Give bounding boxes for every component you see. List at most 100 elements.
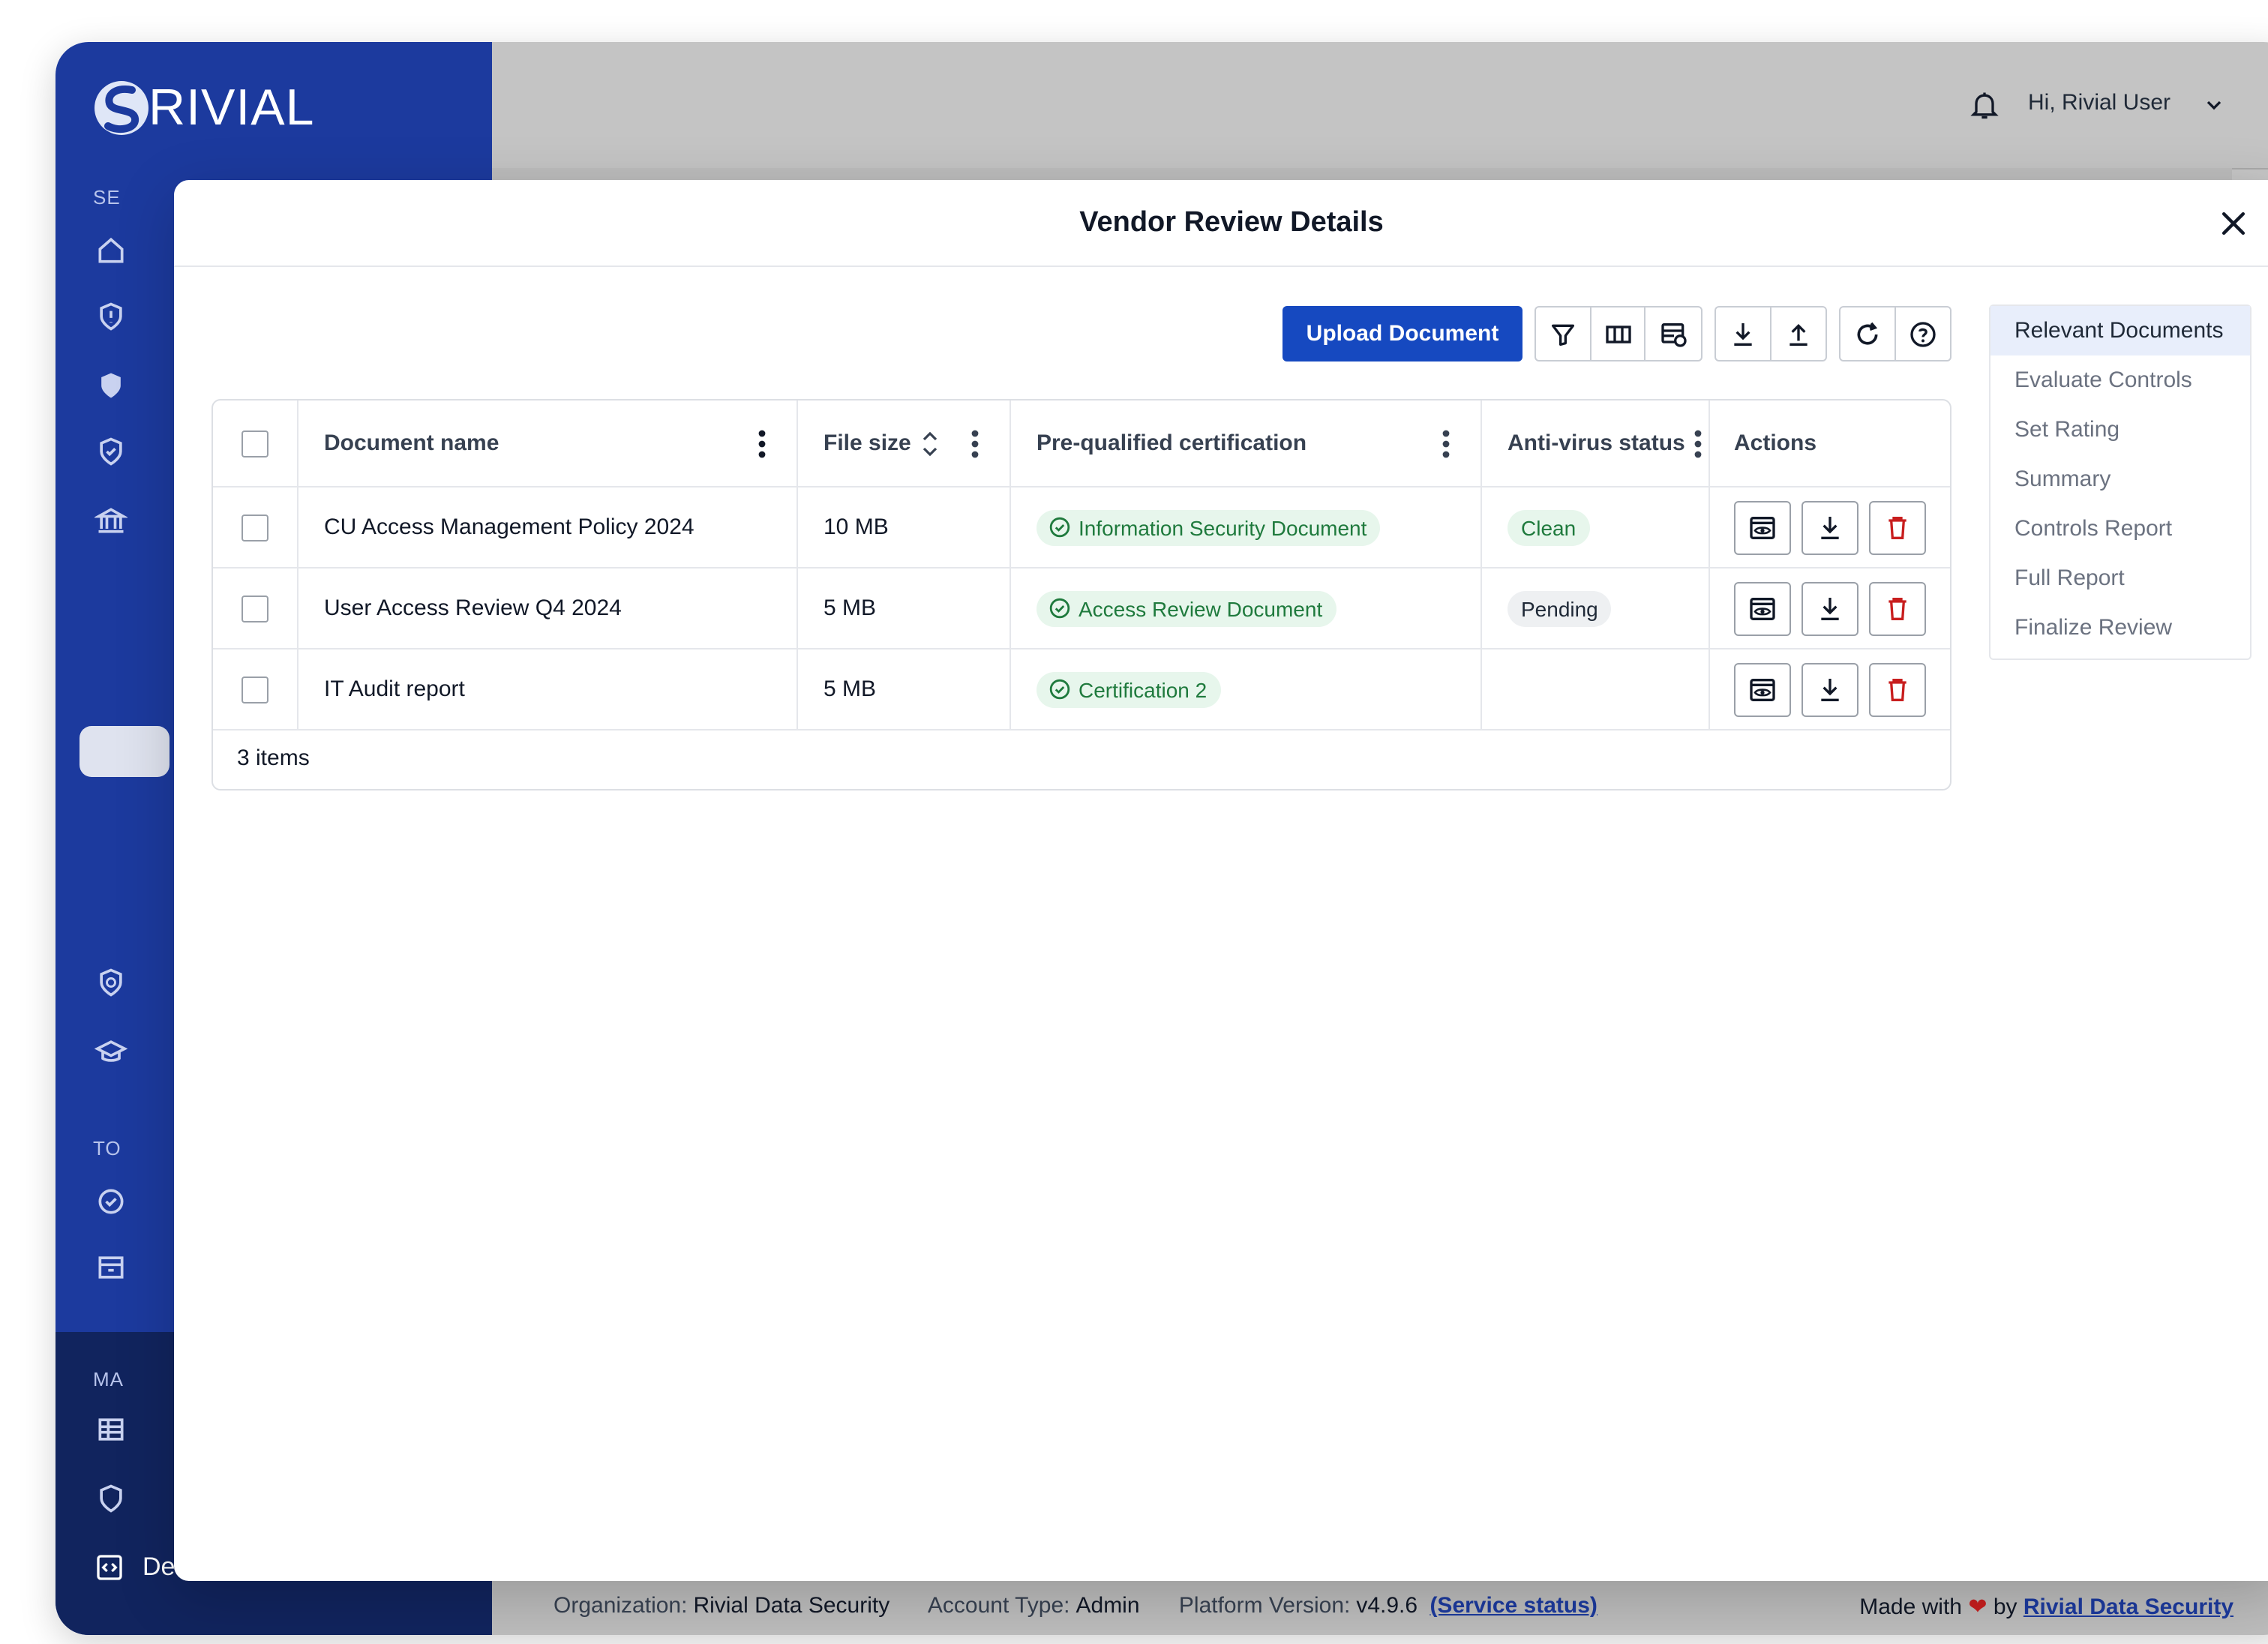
heart-icon: ❤	[1968, 1594, 1988, 1620]
modal-header: Vendor Review Details	[174, 180, 2268, 267]
step-set-rating[interactable]: Set Rating	[1990, 405, 2250, 454]
sort-icon[interactable]	[920, 427, 941, 460]
column-header-label: Actions	[1734, 430, 1817, 456]
row-count: 3 items	[237, 746, 310, 771]
check-circle-icon[interactable]	[94, 1185, 128, 1218]
help-icon	[1910, 321, 1936, 346]
select-all-cell	[213, 400, 298, 486]
column-menu-icon[interactable]	[970, 429, 980, 459]
version-value: v4.9.6	[1356, 1593, 1418, 1618]
page-footer: Organization: Rivial Data Security Accoun…	[492, 1578, 2268, 1635]
download-icon	[1733, 322, 1752, 345]
graduation-cap-icon[interactable]	[94, 1035, 128, 1068]
credit-link[interactable]: Rivial Data Security	[2024, 1594, 2234, 1620]
logo-mark-icon	[92, 75, 152, 141]
by-text: by	[1993, 1594, 2018, 1620]
section-label: MA	[93, 1368, 124, 1390]
bank-icon[interactable]	[93, 504, 129, 537]
download-button[interactable]	[1802, 500, 1858, 554]
av-status-cell: Clean	[1482, 488, 1710, 567]
trash-icon	[1888, 597, 1906, 620]
row-select-cell	[213, 488, 298, 567]
column-header[interactable]: Anti-virus status	[1482, 400, 1710, 486]
actions-cell	[1710, 650, 1950, 729]
step-evaluate-controls[interactable]: Evaluate Controls	[1990, 356, 2250, 405]
shield-icon[interactable]	[94, 369, 128, 402]
export-button[interactable]	[1716, 308, 1771, 360]
import-button[interactable]	[1771, 308, 1826, 360]
documents-table: Document name File size Pre-qualified ce…	[212, 399, 1952, 790]
chevron-down-icon[interactable]	[2202, 93, 2226, 117]
table-settings-button[interactable]	[1646, 308, 1701, 360]
column-menu-icon[interactable]	[758, 429, 766, 459]
check-circle-icon	[1049, 517, 1070, 538]
columns-button[interactable]	[1591, 308, 1646, 360]
av-status-cell	[1482, 650, 1710, 729]
column-header-label: Pre-qualified certification	[1036, 430, 1307, 456]
column-header[interactable]: File size	[798, 400, 1011, 486]
table-row[interactable]: IT Audit report 5 MB Certification 2	[213, 650, 1950, 730]
certification-label: Information Security Document	[1078, 515, 1367, 539]
select-all-checkbox[interactable]	[242, 430, 268, 457]
service-status-link[interactable]: (Service status)	[1430, 1593, 1597, 1618]
step-controls-report[interactable]: Controls Report	[1990, 504, 2250, 554]
grid-tool-group	[1534, 306, 1702, 362]
archive-icon[interactable]	[94, 1251, 128, 1284]
close-icon[interactable]	[2217, 207, 2250, 240]
made-with-text: Made with	[1859, 1594, 1962, 1620]
certification-chip: Certification 2	[1036, 671, 1221, 707]
org-label: Organization:	[554, 1593, 688, 1618]
column-header[interactable]: Pre-qualified certification	[1011, 400, 1482, 486]
help-button[interactable]	[1895, 308, 1950, 360]
shield-check-icon[interactable]	[94, 435, 128, 468]
account-value: Admin	[1076, 1593, 1140, 1618]
view-button[interactable]	[1734, 662, 1791, 716]
alert-shield-icon[interactable]	[94, 300, 128, 333]
shield-clock-icon[interactable]	[94, 966, 128, 999]
app-window: RIVIAL SE TO MA Hi, Rivial User Organiza…	[56, 42, 2268, 1635]
row-checkbox[interactable]	[242, 595, 268, 622]
step-full-report[interactable]: Full Report	[1990, 554, 2250, 603]
row-select-cell	[213, 650, 298, 729]
download-button[interactable]	[1802, 662, 1858, 716]
table-row[interactable]: User Access Review Q4 2024 5 MB Access R…	[213, 568, 1950, 650]
active-nav-item[interactable]	[80, 726, 170, 777]
column-menu-icon[interactable]	[1694, 429, 1702, 459]
certification-chip: Information Security Document	[1036, 509, 1381, 545]
trash-icon	[1888, 516, 1906, 538]
org-value: Rivial Data Security	[693, 1593, 890, 1618]
upload-icon	[1789, 322, 1808, 345]
shield-gear-icon[interactable]	[94, 1482, 128, 1515]
step-relevant-documents[interactable]: Relevant Documents	[1990, 306, 2250, 356]
view-button[interactable]	[1734, 581, 1791, 635]
column-menu-icon[interactable]	[1442, 429, 1450, 459]
row-checkbox[interactable]	[242, 676, 268, 703]
table-settings-icon	[1660, 322, 1687, 346]
file-size-cell: 5 MB	[798, 568, 1011, 648]
table-header-row: Document name File size Pre-qualified ce…	[213, 400, 1950, 488]
delete-button[interactable]	[1869, 581, 1926, 635]
table-row[interactable]: CU Access Management Policy 2024 10 MB I…	[213, 488, 1950, 568]
bell-icon[interactable]	[1968, 87, 2001, 123]
download-button[interactable]	[1802, 581, 1858, 635]
user-greeting[interactable]: Hi, Rivial User	[2028, 90, 2170, 116]
filter-button[interactable]	[1536, 308, 1592, 360]
home-icon[interactable]	[94, 234, 128, 267]
delete-button[interactable]	[1869, 500, 1926, 554]
delete-button[interactable]	[1869, 662, 1926, 716]
check-circle-icon	[1049, 679, 1070, 700]
av-status-badge: Pending	[1508, 590, 1612, 626]
view-button[interactable]	[1734, 500, 1791, 554]
column-header[interactable]: Document name	[298, 400, 798, 486]
document-name-cell: User Access Review Q4 2024	[298, 568, 798, 648]
brand-logo[interactable]: RIVIAL	[92, 75, 314, 141]
table-icon[interactable]	[94, 1413, 128, 1446]
step-finalize-review[interactable]: Finalize Review	[1990, 603, 2250, 652]
upload-document-button[interactable]: Upload Document	[1282, 306, 1522, 362]
actions-cell	[1710, 488, 1950, 567]
top-header: Hi, Rivial User	[492, 42, 2268, 168]
refresh-help-group	[1839, 306, 1952, 362]
row-checkbox[interactable]	[242, 514, 268, 541]
refresh-button[interactable]	[1840, 308, 1895, 360]
step-summary[interactable]: Summary	[1990, 454, 2250, 504]
